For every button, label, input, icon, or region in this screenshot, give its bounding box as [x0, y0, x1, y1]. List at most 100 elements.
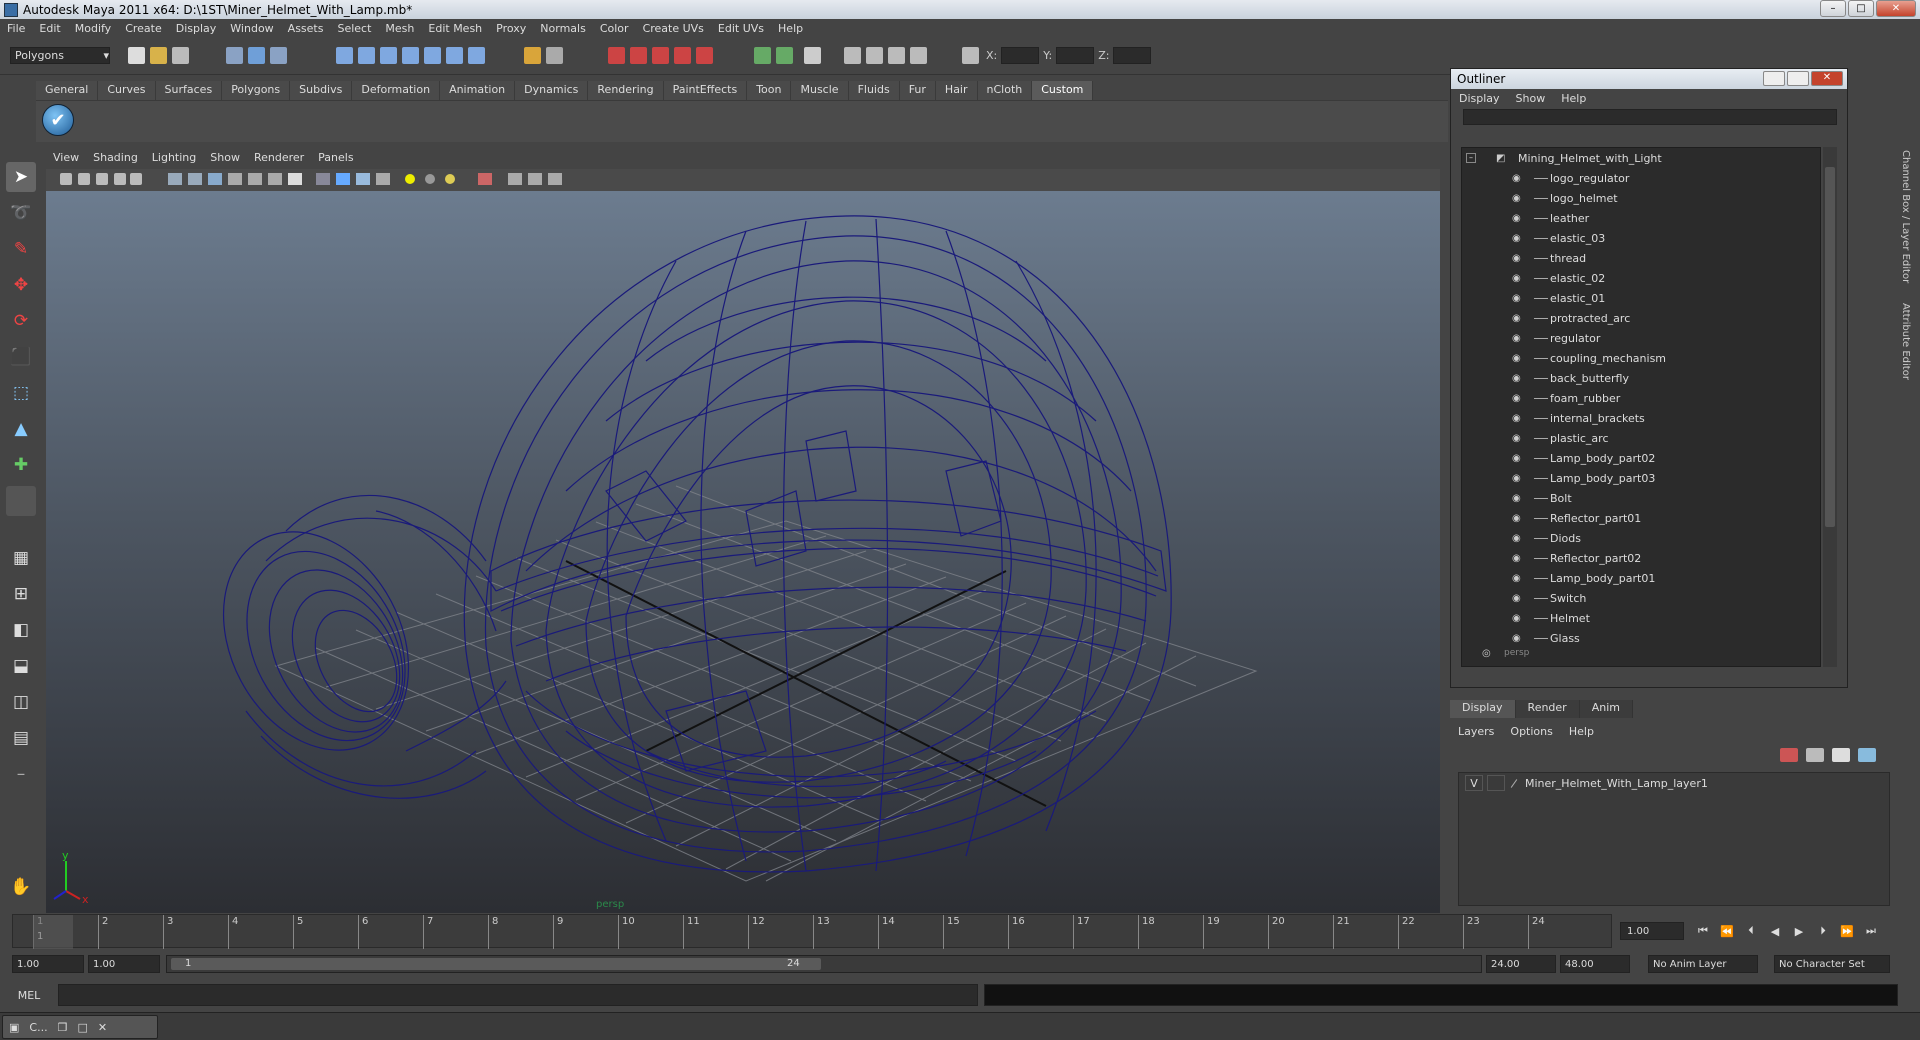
outliner-root-item[interactable]: – ◩ Mining_Helmet_with_Light	[1462, 148, 1820, 168]
single-perspective-layout-icon[interactable]: ▦	[6, 543, 36, 573]
layer-visibility-toggle[interactable]: V	[1465, 775, 1483, 791]
tab-hair[interactable]: Hair	[935, 81, 978, 100]
select-tool-icon[interactable]: ➤	[6, 162, 36, 192]
playhead[interactable]: 1	[33, 915, 73, 949]
history-icon[interactable]	[446, 47, 463, 64]
tab-attribute-editor[interactable]: Attribute Editor	[1900, 303, 1911, 380]
step-forward-key-icon[interactable]: ⏩	[1838, 922, 1856, 940]
outliner-item[interactable]: ◉ coupling_mechanism	[1462, 348, 1820, 368]
step-back-key-icon[interactable]: ⏪	[1718, 922, 1736, 940]
more-layouts-icon[interactable]: –	[6, 759, 36, 789]
render-settings-icon[interactable]	[652, 47, 669, 64]
toggle-panel-icon[interactable]	[754, 47, 771, 64]
menu-edit[interactable]: Edit	[32, 22, 67, 35]
panel-menu-view[interactable]: View	[46, 151, 86, 168]
outliner-item[interactable]: ◎ persp	[1462, 648, 1820, 659]
rotate-tool-icon[interactable]: ⟳	[6, 306, 36, 336]
outliner-item[interactable]: ◉ Switch	[1462, 588, 1820, 608]
tab-ncloth[interactable]: nCloth	[977, 81, 1033, 100]
layer-color-swatch[interactable]	[1510, 778, 1518, 788]
tab-fur[interactable]: Fur	[899, 81, 936, 100]
save-scene-icon[interactable]	[172, 47, 189, 64]
layer-tab-display[interactable]: Display	[1450, 700, 1516, 718]
outliner-item[interactable]: ◉ back_butterfly	[1462, 368, 1820, 388]
playback-end-field[interactable]: 24.00	[1486, 955, 1556, 973]
attribute-editor-icon[interactable]	[804, 47, 821, 64]
select-hierarchy-icon[interactable]	[226, 47, 243, 64]
outliner-item[interactable]: ◉ logo_helmet	[1462, 188, 1820, 208]
outliner-item[interactable]: ◉ Glass	[1462, 628, 1820, 648]
panel-menu-shading[interactable]: Shading	[86, 151, 145, 168]
outliner-close-button[interactable]: ✕	[1811, 71, 1843, 86]
lasso-tool-icon[interactable]: ➰	[6, 198, 36, 228]
tab-muscle[interactable]: Muscle	[791, 81, 849, 100]
tab-custom[interactable]: Custom	[1032, 81, 1094, 100]
maximize-icon[interactable]: □	[77, 1021, 87, 1034]
tab-painteffects[interactable]: PaintEffects	[663, 81, 748, 100]
new-scene-icon[interactable]	[128, 47, 145, 64]
ipr-render-icon[interactable]	[630, 47, 647, 64]
character-set-dropdown[interactable]: No Character Set	[1774, 955, 1890, 973]
select-object-icon[interactable]	[248, 47, 265, 64]
menu-edit-mesh[interactable]: Edit Mesh	[421, 22, 489, 35]
go-to-end-icon[interactable]: ⏭	[1862, 922, 1880, 940]
play-forward-icon[interactable]: ▶	[1790, 922, 1808, 940]
delete-layer-icon[interactable]	[1780, 748, 1798, 762]
construction-icon[interactable]	[468, 47, 485, 64]
outliner-item[interactable]: ◉ elastic_03	[1462, 228, 1820, 248]
select-component-icon[interactable]	[270, 47, 287, 64]
close-button[interactable]: ✕	[1876, 0, 1916, 17]
menu-proxy[interactable]: Proxy	[489, 22, 533, 35]
menu-file[interactable]: File	[0, 22, 32, 35]
menu-edit-uvs[interactable]: Edit UVs	[711, 22, 771, 35]
layer-tab-anim[interactable]: Anim	[1579, 700, 1633, 718]
snap-curve-icon[interactable]	[358, 47, 375, 64]
layer-menu-options[interactable]: Options	[1502, 725, 1560, 738]
end-time-field[interactable]: 48.00	[1560, 955, 1630, 973]
four-view-layout-icon[interactable]: ⊞	[6, 579, 36, 609]
hypershade-icon[interactable]	[674, 47, 691, 64]
outliner-minimize-button[interactable]	[1763, 71, 1785, 86]
tab-toon[interactable]: Toon	[747, 81, 792, 100]
collapse-icon[interactable]: –	[1466, 153, 1476, 163]
go-to-start-icon[interactable]: ⏮	[1694, 922, 1712, 940]
outliner-item[interactable]: ◉ internal_brackets	[1462, 408, 1820, 428]
menu-color[interactable]: Color	[593, 22, 636, 35]
outliner-item[interactable]: ◉ Lamp_body_part03	[1462, 468, 1820, 488]
layout-icon[interactable]	[866, 47, 883, 64]
minimized-window[interactable]: ▣ C... ❐ □ ✕	[2, 1015, 158, 1039]
outliner-item[interactable]: ◉ leather	[1462, 208, 1820, 228]
outliner-item[interactable]: ◉ elastic_02	[1462, 268, 1820, 288]
outliner-menu-help[interactable]: Help	[1553, 92, 1594, 105]
outliner-item[interactable]: ◉ Lamp_body_part02	[1462, 448, 1820, 468]
make-live-icon[interactable]	[424, 47, 441, 64]
snap-point-icon[interactable]	[380, 47, 397, 64]
menu-normals[interactable]: Normals	[533, 22, 593, 35]
open-scene-icon[interactable]	[150, 47, 167, 64]
layer-menu-help[interactable]: Help	[1561, 725, 1602, 738]
menu-select[interactable]: Select	[330, 22, 378, 35]
tool-settings-icon[interactable]	[844, 47, 861, 64]
menu-set-dropdown[interactable]: Polygons ▾	[10, 47, 110, 64]
layer-row[interactable]: V Miner_Helmet_With_Lamp_layer1	[1459, 773, 1889, 793]
minimize-button[interactable]: –	[1820, 0, 1846, 17]
command-language-label[interactable]: MEL	[0, 989, 58, 1002]
soft-mod-icon[interactable]: ▲	[6, 414, 36, 444]
move-tool-icon[interactable]: ✥	[6, 270, 36, 300]
y-field[interactable]	[1056, 47, 1095, 64]
command-input[interactable]	[58, 984, 978, 1006]
show-manipulator-icon[interactable]: ✚	[6, 450, 36, 480]
transform-field-icon[interactable]	[962, 47, 979, 64]
range-slider-bar[interactable]: 1 24	[166, 955, 1482, 973]
outliner-item[interactable]: ◉ regulator	[1462, 328, 1820, 348]
outliner-item[interactable]: ◉ Diods	[1462, 528, 1820, 548]
outliner-item[interactable]: ◉ logo_regulator	[1462, 168, 1820, 188]
step-forward-frame-icon[interactable]: ⏵	[1814, 922, 1832, 940]
hypershade-layout-icon[interactable]: ◫	[6, 687, 36, 717]
menu-help[interactable]: Help	[771, 22, 810, 35]
outliner-item[interactable]: ◉ protracted_arc	[1462, 308, 1820, 328]
close-icon[interactable]: ✕	[98, 1021, 107, 1034]
render-view-icon[interactable]	[696, 47, 713, 64]
scale-tool-icon[interactable]: ⬛	[6, 342, 36, 372]
outliner-toggle-icon[interactable]	[910, 47, 927, 64]
